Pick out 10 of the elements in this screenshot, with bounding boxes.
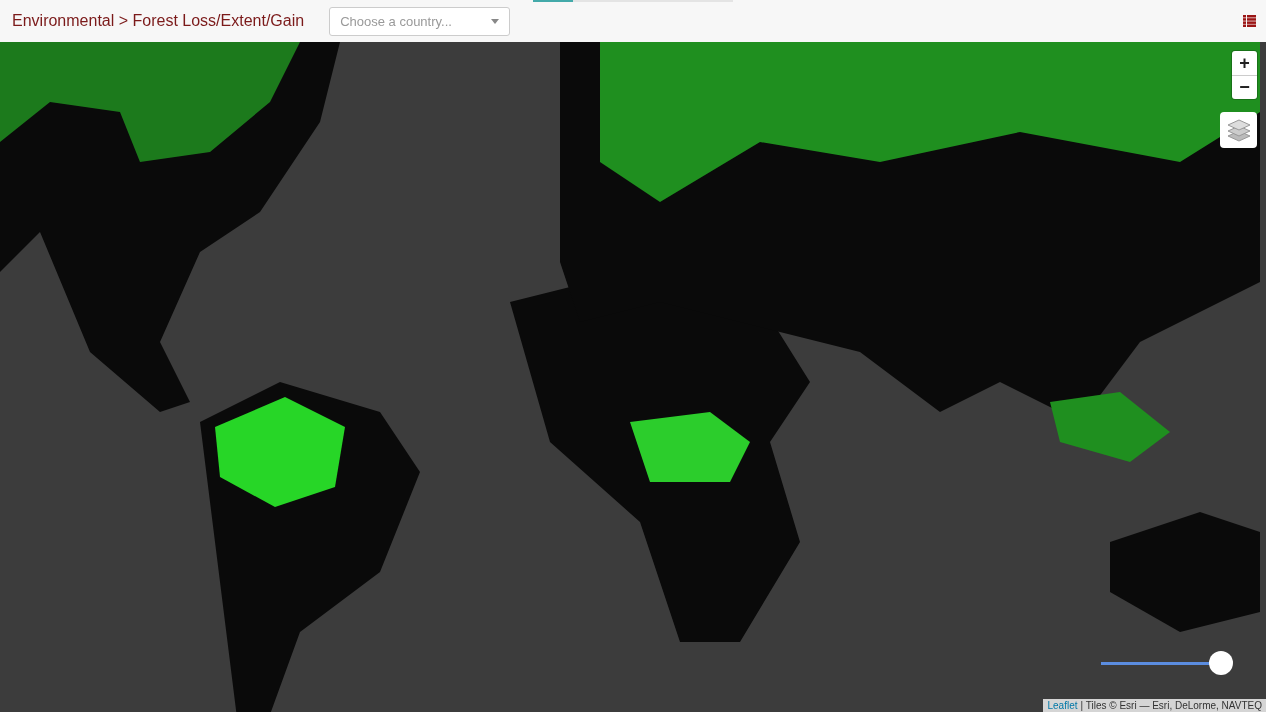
zoom-out-button[interactable]: −: [1232, 75, 1257, 99]
layers-button[interactable]: [1220, 112, 1257, 148]
attribution-text: | Tiles © Esri — Esri, DeLorme, NAVTEQ: [1080, 700, 1262, 711]
opacity-slider[interactable]: [1101, 651, 1233, 675]
list-icon[interactable]: [1243, 15, 1256, 27]
caret-icon: [491, 18, 500, 24]
layers-icon: [1225, 117, 1252, 143]
page-title: Environmental > Forest Loss/Extent/Gain: [12, 12, 305, 30]
leaflet-link[interactable]: Leaflet: [1047, 700, 1078, 711]
zoom-in-button[interactable]: +: [1232, 51, 1257, 75]
